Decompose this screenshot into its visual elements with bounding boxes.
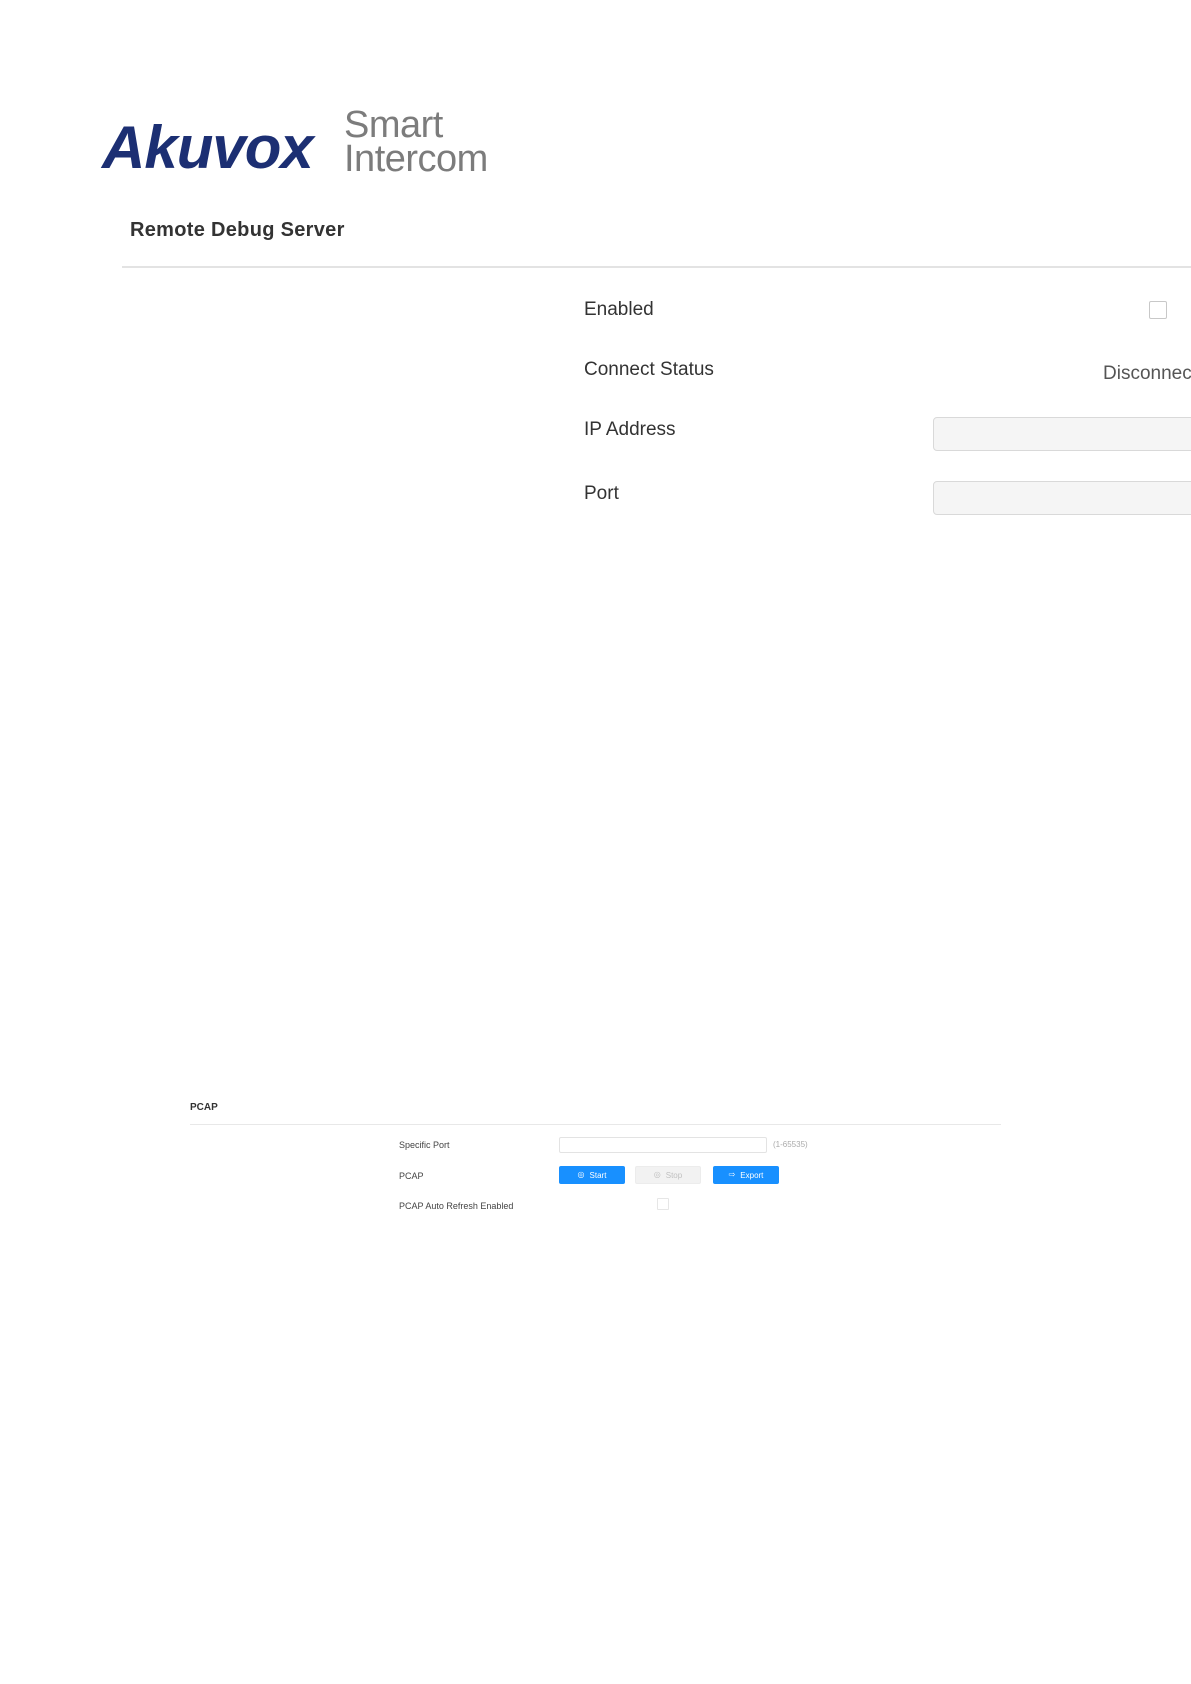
stop-button[interactable]: ◎ Stop: [635, 1166, 701, 1184]
pcap-auto-refresh-label: PCAP Auto Refresh Enabled: [399, 1201, 514, 1211]
port-input[interactable]: [933, 481, 1191, 515]
ip-address-input[interactable]: [933, 417, 1191, 451]
remote-debug-title: Remote Debug Server: [130, 219, 345, 241]
logo-tagline-intercom: Intercom: [344, 138, 488, 180]
stop-circle-icon: ◎: [653, 1170, 661, 1179]
port-label: Port: [584, 483, 619, 504]
export-icon: ⇨: [728, 1170, 736, 1179]
stop-button-label: Stop: [665, 1170, 683, 1180]
play-circle-icon: ◎: [577, 1170, 585, 1179]
specific-port-input[interactable]: [559, 1137, 767, 1153]
pcap-title: PCAP: [190, 1102, 218, 1113]
start-button-label: Start: [589, 1170, 607, 1180]
pcap-auto-refresh-checkbox[interactable]: [657, 1198, 669, 1210]
section-divider: [122, 266, 1191, 268]
akuvox-logo-brand: Akuvox: [102, 114, 314, 181]
enabled-checkbox[interactable]: [1149, 301, 1167, 319]
pcap-divider: [190, 1124, 1001, 1125]
connect-status-label: Connect Status: [584, 359, 714, 380]
connect-status-value: Disconnec: [1103, 363, 1191, 384]
ip-address-label: IP Address: [584, 419, 676, 440]
start-button[interactable]: ◎ Start: [559, 1166, 625, 1184]
export-button-label: Export: [740, 1170, 764, 1180]
pcap-label: PCAP: [399, 1171, 424, 1181]
enabled-label: Enabled: [584, 299, 654, 320]
specific-port-range-hint: (1-65535): [773, 1140, 808, 1149]
export-button[interactable]: ⇨ Export: [713, 1166, 779, 1184]
specific-port-label: Specific Port: [399, 1140, 450, 1150]
